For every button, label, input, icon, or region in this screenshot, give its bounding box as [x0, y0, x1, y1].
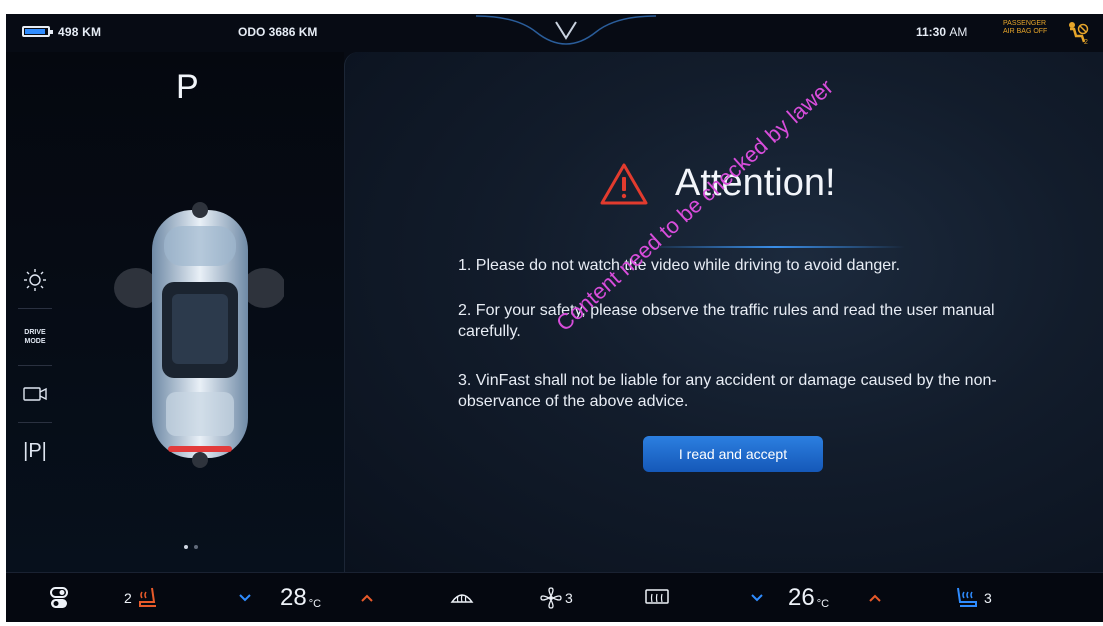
odometer-readout: ODO 3686 KM — [238, 25, 318, 39]
infotainment-screen: 498 KM ODO 3686 KM 11:30 AM PASSENGER AI… — [6, 14, 1103, 622]
chevron-down-icon — [751, 594, 763, 602]
clock-time: 11:30 — [916, 25, 947, 39]
park-assist-button[interactable]: |P| — [18, 423, 52, 479]
drive-mode-button[interactable]: DRIVE MODE — [18, 309, 52, 366]
accept-button[interactable]: I read and accept — [643, 436, 823, 472]
toggle-settings-icon — [50, 587, 68, 608]
passenger-airbag-off-icon: 2 — [1069, 22, 1089, 46]
fan-icon — [540, 587, 562, 609]
svg-text:2: 2 — [1084, 39, 1088, 46]
fan-level: 3 — [565, 590, 573, 606]
drive-mode-label: DRIVE MODE — [24, 328, 45, 346]
light-button[interactable] — [18, 252, 52, 309]
climate-bar: 2 28 °C 3 26 °C 3 — [6, 572, 1103, 622]
title-divider — [645, 246, 905, 248]
light-icon — [24, 269, 46, 291]
clock: 11:30 AM — [916, 25, 967, 39]
chevron-up-icon — [869, 594, 881, 602]
brand-logo — [476, 15, 656, 45]
chevron-up-icon — [361, 594, 373, 602]
driver-temp-unit: °C — [308, 598, 322, 610]
notice-item-2: 2. For your safety, please observe the t… — [458, 302, 995, 340]
page-dot — [194, 545, 198, 549]
vehicle-panel: P DRIVE MODE |P| — [6, 52, 344, 572]
page-indicator — [184, 545, 198, 549]
seat-vent-icon — [957, 587, 977, 607]
gear-indicator: P — [176, 68, 199, 106]
camera-icon — [23, 387, 47, 401]
notice-item-3: 3. VinFast shall not be liable for any a… — [458, 372, 997, 410]
camera-button[interactable] — [18, 366, 52, 423]
climate-menu-button[interactable] — [50, 573, 68, 622]
park-assist-icon: |P| — [23, 439, 47, 462]
car-top-view-image — [114, 202, 284, 468]
front-defrost-button[interactable] — [450, 573, 474, 622]
driver-seat-heat-button[interactable]: 2 — [124, 573, 160, 622]
quick-control-list: DRIVE MODE |P| — [18, 252, 52, 479]
driver-temp-up-button[interactable] — [360, 573, 374, 622]
rear-defrost-icon — [645, 589, 669, 604]
passenger-temp-value: 26 — [788, 584, 815, 611]
warning-icon — [600, 163, 648, 205]
airbag-status-line1: PASSENGER — [1003, 20, 1047, 27]
airbag-status: PASSENGER AIR BAG OFF — [1003, 20, 1053, 36]
watermark-text: Content need to be checked by lawer — [551, 74, 838, 336]
passenger-temp-unit: °C — [816, 598, 830, 610]
status-bar: 498 KM ODO 3686 KM 11:30 AM PASSENGER AI… — [6, 14, 1103, 52]
notice-item-1: 1. Please do not watch the video while d… — [458, 257, 901, 274]
range-readout: 498 KM — [58, 25, 102, 39]
driver-temp-down-button[interactable] — [238, 573, 252, 622]
rear-defrost-button[interactable] — [644, 573, 670, 622]
airbag-status-line2: AIR BAG OFF — [1003, 28, 1048, 35]
chevron-down-icon — [239, 594, 251, 602]
driver-temp-value: 28 — [280, 584, 307, 611]
passenger-temp-up-button[interactable] — [868, 573, 882, 622]
passenger-temp-display: 26 °C — [788, 573, 829, 622]
front-defrost-icon — [450, 594, 474, 603]
clock-suffix: AM — [949, 25, 968, 39]
drive-mode-label-line2: MODE — [24, 338, 46, 345]
driver-temp-display: 28 °C — [280, 573, 321, 622]
battery-icon — [22, 26, 53, 37]
seat-heat-icon — [138, 587, 156, 607]
fan-speed-button[interactable]: 3 — [539, 573, 573, 622]
drive-mode-label-line1: DRIVE — [24, 329, 46, 336]
attention-dialog: Attention! 1. Please do not watch the vi… — [344, 52, 1103, 572]
driver-seat-heat-level: 2 — [124, 590, 132, 606]
passenger-seat-vent-button[interactable]: 3 — [954, 573, 992, 622]
passenger-temp-down-button[interactable] — [750, 573, 764, 622]
passenger-seat-level: 3 — [984, 590, 992, 606]
page-dot-active — [184, 545, 188, 549]
